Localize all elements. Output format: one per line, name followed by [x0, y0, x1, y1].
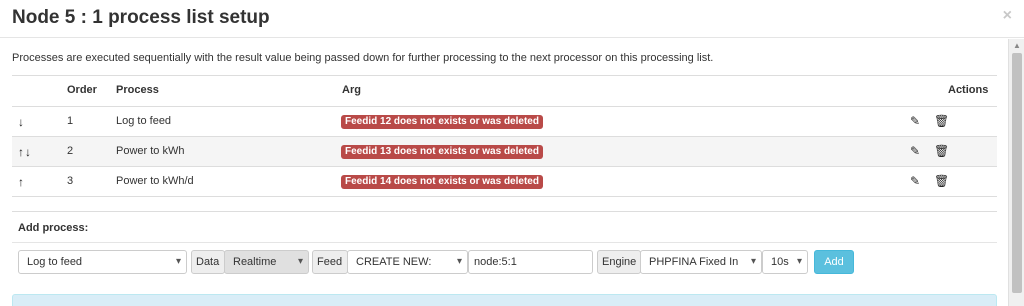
- modal-title: Node 5 : 1 process list setup: [12, 7, 270, 28]
- add-process-panel: Add process: Log to feed Data Realtime F…: [12, 211, 997, 286]
- edit-icon[interactable]: ✎: [910, 144, 920, 158]
- row-process: Power to kWh: [116, 145, 185, 157]
- edit-icon[interactable]: ✎: [910, 114, 920, 128]
- move-arrows[interactable]: ↑↓: [18, 145, 32, 159]
- trash-icon[interactable]: 🗑: [934, 144, 949, 158]
- row-process: Power to kWh/d: [116, 175, 194, 187]
- error-badge: Feedid 14 does not exists or was deleted: [341, 175, 543, 189]
- scrollbar[interactable]: ▲: [1008, 39, 1024, 306]
- process-table: Order Process Arg Actions ↓ 1 Log to fee…: [12, 75, 997, 197]
- table-row: ↑ 3 Power to kWh/d Feedid 14 does not ex…: [12, 167, 997, 197]
- table-header: Order Process Arg Actions: [12, 76, 997, 107]
- data-type-select[interactable]: Realtime: [224, 250, 309, 274]
- trash-icon[interactable]: 🗑: [934, 174, 949, 188]
- row-order: 2: [67, 145, 74, 157]
- feed-select[interactable]: CREATE NEW:: [347, 250, 468, 274]
- edit-icon[interactable]: ✎: [910, 174, 920, 188]
- header-process: Process: [116, 84, 159, 96]
- data-addon: Data: [191, 250, 225, 274]
- move-arrows[interactable]: ↑: [18, 175, 25, 189]
- add-process-label: Add process:: [18, 222, 89, 234]
- table-row: ↓ 1 Log to feed Feedid 12 does not exist…: [12, 107, 997, 137]
- modal-body: Processes are executed sequentially with…: [0, 39, 1008, 306]
- row-process: Log to feed: [116, 115, 172, 127]
- row-order: 1: [67, 115, 74, 127]
- add-button[interactable]: Add: [814, 250, 854, 274]
- table-row: ↑↓ 2 Power to kWh Feedid 13 does not exi…: [12, 137, 997, 167]
- close-button[interactable]: ×: [1003, 6, 1012, 26]
- info-box: [12, 294, 997, 306]
- engine-select[interactable]: PHPFINA Fixed In: [640, 250, 762, 274]
- error-badge: Feedid 12 does not exists or was deleted: [341, 115, 543, 129]
- row-order: 3: [67, 175, 74, 187]
- feed-addon: Feed: [312, 250, 348, 274]
- header-arg: Arg: [342, 84, 361, 96]
- add-process-row: Log to feed Data Realtime Feed CREATE NE…: [12, 242, 997, 287]
- engine-addon: Engine: [597, 250, 641, 274]
- trash-icon[interactable]: 🗑: [934, 114, 949, 128]
- error-badge: Feedid 13 does not exists or was deleted: [341, 145, 543, 159]
- header-order: Order: [67, 84, 97, 96]
- move-arrows[interactable]: ↓: [18, 115, 25, 129]
- scroll-thumb[interactable]: [1012, 53, 1022, 293]
- header-actions: Actions: [948, 84, 989, 96]
- intro-text: Processes are executed sequentially with…: [12, 52, 714, 64]
- interval-select[interactable]: 10s: [762, 250, 808, 274]
- scroll-up-icon[interactable]: ▲: [1013, 41, 1021, 50]
- feed-name-input[interactable]: node:5:1: [468, 250, 593, 274]
- modal-header: Node 5 : 1 process list setup ×: [0, 0, 1024, 38]
- process-select[interactable]: Log to feed: [18, 250, 187, 274]
